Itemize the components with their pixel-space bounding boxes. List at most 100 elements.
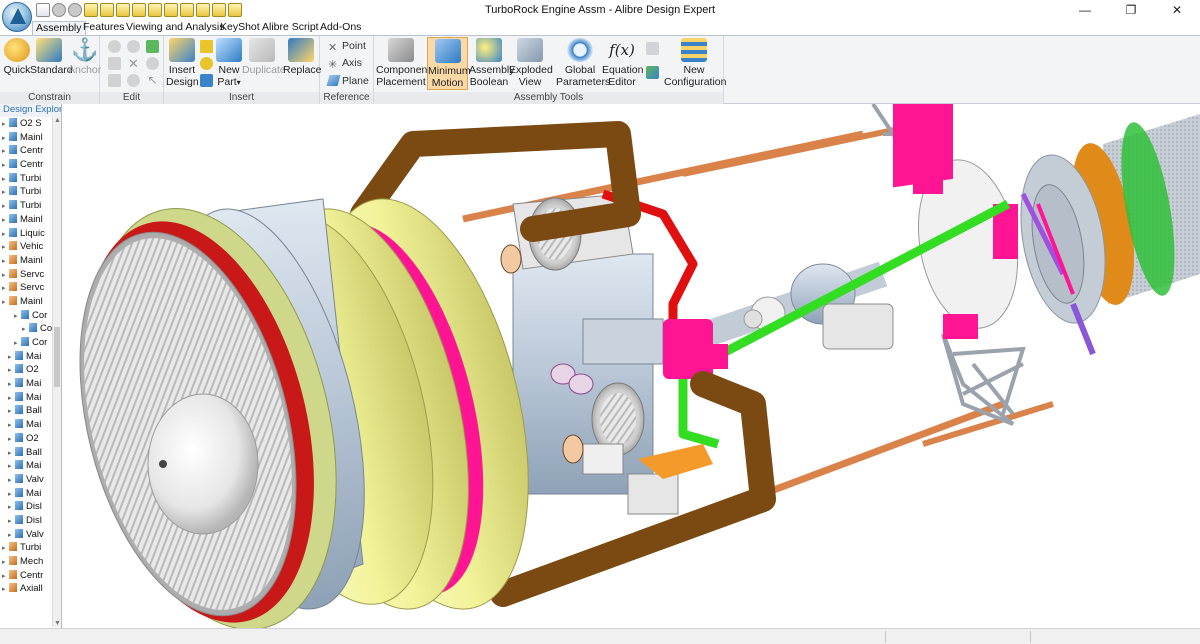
explorer-tree-node[interactable]: ▸ O2 S (0, 117, 52, 131)
duplicate-button[interactable]: Duplicate (242, 38, 286, 76)
explorer-tree-node[interactable]: ▸ Ball (0, 404, 52, 418)
expand-arrow-icon[interactable]: ▸ (8, 419, 15, 432)
explorer-tree-node[interactable]: ▸ Mai (0, 418, 52, 432)
explorer-tree-node[interactable]: ▸ Mainl (0, 131, 52, 145)
edit-copy-icon[interactable] (108, 57, 121, 70)
maximize-button[interactable]: ❐ (1108, 0, 1154, 21)
explorer-tree-node[interactable]: ▸ Cor (0, 309, 52, 323)
explorer-tree-node[interactable]: ▸ Valv (0, 473, 52, 487)
expand-arrow-icon[interactable]: ▸ (2, 583, 9, 596)
plane-button[interactable]: Plane (326, 74, 369, 88)
expand-arrow-icon[interactable]: ▸ (8, 501, 15, 514)
tab-alibre-script[interactable]: Alibre Script (259, 21, 322, 35)
explorer-tree-node[interactable]: ▸ Mainl (0, 295, 52, 309)
expand-arrow-icon[interactable]: ▸ (8, 405, 15, 418)
explorer-tree-node[interactable]: ▸ O2 (0, 432, 52, 446)
expand-arrow-icon[interactable]: ▸ (2, 282, 9, 295)
expand-arrow-icon[interactable]: ▸ (2, 186, 9, 199)
explorer-tree-node[interactable]: ▸ Axiall (0, 582, 52, 596)
expand-arrow-icon[interactable]: ▸ (2, 570, 9, 583)
edit-mirror-icon[interactable] (108, 74, 121, 87)
explorer-tree-node[interactable]: ▸ Centr (0, 158, 52, 172)
explorer-scroll-thumb[interactable] (54, 327, 60, 387)
equation-editor-button[interactable]: f(x) Equation Editor (602, 38, 643, 88)
pattern-grid-icon[interactable] (200, 40, 213, 53)
expand-arrow-icon[interactable]: ▸ (8, 364, 15, 377)
expand-arrow-icon[interactable]: ▸ (2, 200, 9, 213)
expand-arrow-icon[interactable]: ▸ (8, 378, 15, 391)
expand-arrow-icon[interactable]: ▸ (8, 392, 15, 405)
expand-arrow-icon[interactable]: ▸ (2, 132, 9, 145)
explorer-tree-node[interactable]: ▸ Valv (0, 528, 52, 542)
new-configuration-button[interactable]: New Configuration (664, 38, 726, 88)
explorer-tree-node[interactable]: ▸ Centr (0, 569, 52, 583)
edit-check-icon[interactable] (146, 40, 159, 53)
explorer-tree-node[interactable]: ▸ Ball (0, 446, 52, 460)
explorer-scrollbar[interactable]: ▲ ▼ (52, 117, 61, 627)
explorer-tree-node[interactable]: ▸ Mai (0, 350, 52, 364)
explorer-tree-node[interactable]: ▸ Mai (0, 459, 52, 473)
tab-add-ons[interactable]: Add-Ons (317, 21, 364, 35)
explorer-tree-node[interactable]: ▸ Mech (0, 555, 52, 569)
expand-arrow-icon[interactable]: ▸ (14, 337, 21, 350)
explorer-tree-node[interactable]: ▸ Servc (0, 268, 52, 282)
expand-arrow-icon[interactable]: ▸ (2, 241, 9, 254)
expand-arrow-icon[interactable]: ▸ (2, 269, 9, 282)
edit-delete-icon[interactable]: ✕ (127, 57, 140, 70)
expand-arrow-icon[interactable]: ▸ (2, 214, 9, 227)
explorer-tree-node[interactable]: ▸ Mainl (0, 213, 52, 227)
engine-assembly-model[interactable] (63, 104, 1200, 628)
explorer-tree-node[interactable]: ▸ Centr (0, 144, 52, 158)
expand-arrow-icon[interactable]: ▸ (2, 159, 9, 172)
expand-arrow-icon[interactable]: ▸ (2, 542, 9, 555)
explorer-tree-node[interactable]: ▸ Mai (0, 487, 52, 501)
expand-arrow-icon[interactable]: ▸ (2, 228, 9, 241)
new-part-dropdown-icon[interactable]: ▾ (237, 78, 241, 87)
standard-constrain-button[interactable]: Standard (30, 38, 73, 76)
explorer-tree-node[interactable]: ▸ Mai (0, 391, 52, 405)
expand-arrow-icon[interactable]: ▸ (8, 460, 15, 473)
pattern-circle-icon[interactable] (200, 57, 213, 70)
tab-features[interactable]: Features (80, 21, 127, 35)
expand-arrow-icon[interactable]: ▸ (2, 118, 9, 131)
expand-arrow-icon[interactable]: ▸ (14, 310, 21, 323)
explorer-tree-node[interactable]: ▸ Mainl (0, 254, 52, 268)
explorer-tree-node[interactable]: ▸ Turbi (0, 541, 52, 555)
insert-cube-icon[interactable] (200, 74, 213, 87)
assembly-boolean-button[interactable]: Assembly Boolean (469, 38, 515, 88)
expand-arrow-icon[interactable]: ▸ (8, 351, 15, 364)
tab-assembly[interactable]: Assembly (32, 21, 86, 35)
explorer-tree-node[interactable]: ▸ Vehic (0, 240, 52, 254)
expand-arrow-icon[interactable]: ▸ (8, 515, 15, 528)
explorer-tree-node[interactable]: ▸ Turbi (0, 185, 52, 199)
new-part-button[interactable]: New Part▾ (214, 38, 244, 89)
point-button[interactable]: ✕ Point (328, 39, 366, 54)
exploded-view-button[interactable]: Exploded View (509, 38, 553, 88)
app-logo-icon[interactable] (2, 2, 32, 32)
config-small-icon[interactable] (646, 42, 659, 55)
tab-viewing-and-analysis[interactable]: Viewing and Analysis (123, 21, 227, 35)
expand-arrow-icon[interactable]: ▸ (2, 556, 9, 569)
axis-button[interactable]: ✳ Axis (328, 56, 362, 71)
anchor-button[interactable]: ⚓ Anchor (68, 38, 101, 77)
replace-button[interactable]: Replace (283, 38, 322, 76)
expand-arrow-icon[interactable]: ▸ (2, 173, 9, 186)
expand-arrow-icon[interactable]: ▸ (2, 255, 9, 268)
3d-viewport[interactable] (63, 104, 1200, 628)
insert-design-button[interactable]: Insert Design (166, 38, 199, 88)
explorer-tree-node[interactable]: ▸ Servc (0, 281, 52, 295)
expand-arrow-icon[interactable]: ▸ (8, 474, 15, 487)
explorer-tree-node[interactable]: ▸ O2 (0, 363, 52, 377)
explorer-tree-node[interactable]: ▸ Co (0, 322, 52, 336)
explorer-tree-node[interactable]: ▸ Turbi (0, 172, 52, 186)
component-placement-button[interactable]: Component Placement (376, 38, 430, 88)
minimize-button[interactable]: — (1062, 0, 1108, 21)
config-color-icon[interactable] (646, 66, 659, 79)
quick-constrain-button[interactable]: Quick (2, 38, 32, 76)
expand-arrow-icon[interactable]: ▸ (2, 296, 9, 309)
edit-suppress-icon[interactable] (127, 74, 140, 87)
edit-circle-icon[interactable] (108, 40, 121, 53)
close-button[interactable]: ✕ (1154, 0, 1200, 21)
edit-circle-icon[interactable] (127, 40, 140, 53)
explorer-tree-node[interactable]: ▸ Mai (0, 377, 52, 391)
